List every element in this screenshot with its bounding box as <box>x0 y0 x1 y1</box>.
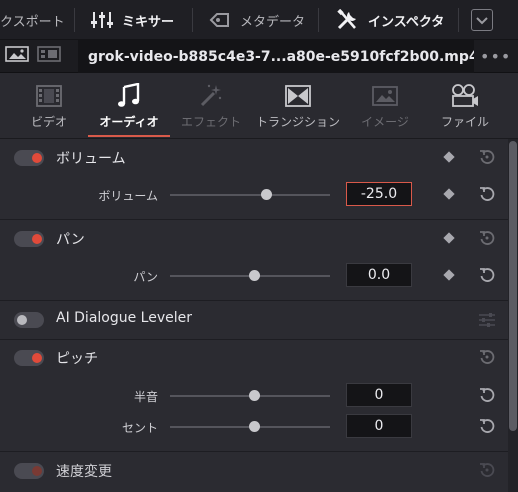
tab-transition[interactable]: トランジション <box>255 73 341 139</box>
volume-slider-track[interactable] <box>170 194 330 196</box>
wrench-screwdriver-icon <box>336 9 360 30</box>
pan-slider-handle[interactable] <box>249 270 260 281</box>
pan-param-label: パン <box>133 270 158 284</box>
film-icon <box>35 83 63 109</box>
cent-value-field[interactable]: 0 <box>346 414 412 438</box>
image-icon <box>371 83 399 109</box>
semitone-slider-handle[interactable] <box>249 390 260 401</box>
reset-icon[interactable] <box>478 266 496 284</box>
image-thumbnail-icon[interactable] <box>4 44 30 68</box>
transition-icon <box>284 83 312 109</box>
keyframe-diamond-icon[interactable] <box>443 151 455 163</box>
pan-value-field[interactable]: 0.0 <box>346 263 412 287</box>
film-strip-icon[interactable] <box>36 44 62 68</box>
section-divider <box>0 451 508 452</box>
volume-value-field[interactable]: -25.0 <box>346 182 412 206</box>
pan-section-title: パン <box>56 232 85 248</box>
pitch-section-title: ピッチ <box>56 351 98 367</box>
tab-label: オーディオ <box>99 115 159 129</box>
metadata-label: メタデータ <box>240 14 306 30</box>
chevron-down-icon <box>475 11 489 30</box>
toolbar-separator <box>318 8 319 32</box>
export-tab-button[interactable]: クスポート <box>0 0 65 40</box>
tab-audio[interactable]: オーディオ <box>86 73 172 139</box>
audio-inspector-panel: ボリューム ボリューム -25.0 パン パン 0.0 AI Dialogue … <box>0 139 508 492</box>
volume-section-title: ボリューム <box>56 151 126 167</box>
tab-label: イメージ <box>361 115 409 129</box>
tab-label: ファイル <box>440 115 489 129</box>
clip-info-bar: grok-video-b885c4e3-7...a80e-e5910fcf2b0… <box>0 40 518 73</box>
export-label: クスポート <box>0 14 65 30</box>
section-divider <box>0 339 508 340</box>
pitch-enable-toggle[interactable] <box>14 350 44 366</box>
toolbar-separator <box>192 8 193 32</box>
reset-icon[interactable] <box>478 417 496 435</box>
volume-param-label: ボリューム <box>98 189 158 203</box>
top-toolbar: クスポート ミキサー メタデータ インスペクタ <box>0 0 518 40</box>
metadata-button[interactable]: メタデータ <box>208 0 305 40</box>
inspector-button[interactable]: インスペクタ <box>336 0 444 40</box>
clip-file-name: grok-video-b885c4e3-7...a80e-e5910fcf2b0… <box>78 40 474 73</box>
reset-icon[interactable] <box>478 461 496 479</box>
scrollbar-thumb[interactable] <box>509 141 517 431</box>
speed-change-toggle[interactable] <box>14 463 44 479</box>
film-reel-icon <box>450 83 480 109</box>
cent-slider-handle[interactable] <box>249 421 260 432</box>
volume-enable-toggle[interactable] <box>14 150 44 166</box>
reset-icon[interactable] <box>478 386 496 404</box>
inspector-label: インスペクタ <box>368 14 445 30</box>
semitone-param-label: 半音 <box>133 390 158 404</box>
tab-label: エフェクト <box>180 115 241 129</box>
clip-type-icons <box>4 45 72 67</box>
section-divider <box>0 300 508 301</box>
tab-file[interactable]: ファイル <box>422 73 508 139</box>
semitone-value-field[interactable]: 0 <box>346 383 412 407</box>
tab-video[interactable]: ビデオ <box>6 73 92 139</box>
keyframe-diamond-icon[interactable] <box>443 232 455 244</box>
reset-icon[interactable] <box>478 229 496 247</box>
reset-icon[interactable] <box>478 148 496 166</box>
dialogue-leveler-toggle[interactable] <box>14 312 44 328</box>
toolbar-separator <box>74 8 75 32</box>
tab-label: トランジション <box>255 115 340 129</box>
section-divider <box>0 219 508 220</box>
panel-scrollbar[interactable] <box>508 139 518 492</box>
reset-icon[interactable] <box>478 348 496 366</box>
cent-param-label: セント <box>121 421 158 435</box>
tab-effects[interactable]: エフェクト <box>168 73 254 139</box>
music-note-icon <box>116 83 142 109</box>
collapse-button[interactable] <box>471 9 493 31</box>
mixer-label: ミキサー <box>122 14 175 30</box>
tag-icon <box>208 10 232 30</box>
more-options-icon[interactable]: ••• <box>480 47 511 66</box>
dialogue-leveler-title: AI Dialogue Leveler <box>56 310 193 326</box>
keyframe-diamond-icon[interactable] <box>443 269 455 281</box>
magic-wand-icon <box>198 83 224 109</box>
pan-enable-toggle[interactable] <box>14 231 44 247</box>
volume-slider-handle[interactable] <box>261 189 272 200</box>
reset-icon[interactable] <box>478 185 496 203</box>
speed-change-title: 速度変更 <box>56 464 112 480</box>
toolbar-separator <box>458 8 459 32</box>
tab-image[interactable]: イメージ <box>342 73 428 139</box>
mixer-sliders-icon <box>90 10 114 30</box>
active-tab-indicator <box>88 135 170 137</box>
tab-label: ビデオ <box>30 115 67 129</box>
mixer-button[interactable]: ミキサー <box>90 0 174 40</box>
inspector-tabs: ビデオ オーディオ エフェクト トランジション イメージ ファイル <box>0 73 518 139</box>
keyframe-diamond-icon[interactable] <box>443 188 455 200</box>
settings-sliders-icon[interactable] <box>478 312 496 328</box>
